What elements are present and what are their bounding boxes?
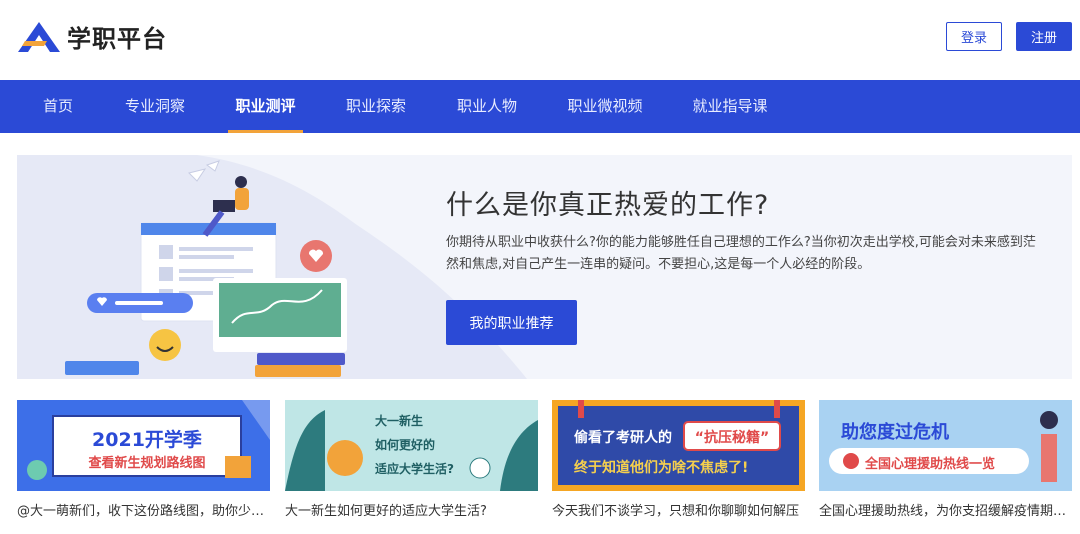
logo-text: 学职平台 xyxy=(67,25,167,53)
article-card[interactable]: 偷看了考研人的 “抗压秘籍” 终于知道他们为啥不焦虑了! 今天我们不谈学习，只想… xyxy=(552,400,805,519)
card-caption[interactable]: 今天我们不谈学习，只想和你聊聊如何解压 xyxy=(552,500,805,519)
register-button[interactable]: 注册 xyxy=(1016,22,1072,51)
article-card[interactable]: 大一新生 如何更好的 适应大学生活? 大一新生如何更好的适应大学生活? xyxy=(285,400,538,519)
nav-item-career-course[interactable]: 就业指导课 xyxy=(686,80,774,133)
card-banner-highlight: “抗压秘籍” xyxy=(694,430,770,446)
hero-description: 你期待从职业中收获什么?你的能力能够胜任自己理想的工作么?当你初次走出学校,可能… xyxy=(446,235,1036,272)
card-banner-subtitle: 终于知道他们为啥不焦虑了! xyxy=(574,460,749,476)
nav-item-home[interactable]: 首页 xyxy=(34,80,82,133)
card-banner-subtitle: 适应大学生活? xyxy=(375,462,454,476)
nav-item-career-videos[interactable]: 职业微视频 xyxy=(560,80,650,133)
nav-item-career-exploration[interactable]: 职业探索 xyxy=(340,80,412,133)
card-banner-image[interactable]: 大一新生 如何更好的 适应大学生活? xyxy=(285,400,538,491)
hero-title: 什么是你真正热爱的工作? xyxy=(446,190,770,221)
article-card[interactable]: 2021开学季 查看新生规划路线图 @大一萌新们，收下这份路线图，助你少走弯路 xyxy=(17,400,270,519)
card-banner-art xyxy=(829,411,1058,482)
card-banner-title: 助您度过危机 xyxy=(841,422,949,443)
card-banner-image[interactable]: 助您度过危机 全国心理援助热线一览 xyxy=(819,400,1072,491)
main-nav: 首页 专业洞察 职业测评 职业探索 职业人物 职业微视频 就业指导课 xyxy=(0,80,1080,133)
card-banner-title: 大一新生 xyxy=(375,414,424,428)
card-banner-image[interactable]: 偷看了考研人的 “抗压秘籍” 终于知道他们为啥不焦虑了! xyxy=(552,400,805,491)
card-caption[interactable]: @大一萌新们，收下这份路线图，助你少走弯路 xyxy=(17,500,270,519)
card-banner-subtitle: 如何更好的 xyxy=(375,438,436,452)
header: 学职平台 登录 注册 xyxy=(0,0,1080,80)
card-caption[interactable]: 全国心理援助热线，为你支招缓解疫情期间焦虑 xyxy=(819,500,1072,519)
nav-item-major-insight[interactable]: 专业洞察 xyxy=(120,80,190,133)
career-recommendation-button[interactable]: 我的职业推荐 xyxy=(446,300,577,345)
hero-banner: 什么是你真正热爱的工作? 你期待从职业中收获什么?你的能力能够胜任自己理想的工作… xyxy=(17,155,1072,379)
logo[interactable]: 学职平台 xyxy=(17,19,167,54)
nav-item-career-people[interactable]: 职业人物 xyxy=(450,80,524,133)
card-banner-subtitle: 全国心理援助热线一览 xyxy=(865,457,996,472)
card-banner-subtitle: 查看新生规划路线图 xyxy=(88,456,206,471)
card-banner-image[interactable]: 2021开学季 查看新生规划路线图 xyxy=(17,400,270,491)
logo-icon xyxy=(18,21,60,52)
card-caption[interactable]: 大一新生如何更好的适应大学生活? xyxy=(285,500,538,519)
nav-item-career-assessment[interactable]: 职业测评 xyxy=(228,80,303,133)
card-banner-title: 2021开学季 xyxy=(92,429,202,451)
card-banner-title: 偷看了考研人的 xyxy=(574,430,672,446)
article-card[interactable]: 助您度过危机 全国心理援助热线一览 全国心理援助热线，为你支招缓解疫情期间焦虑 xyxy=(819,400,1072,519)
login-button[interactable]: 登录 xyxy=(946,22,1002,51)
